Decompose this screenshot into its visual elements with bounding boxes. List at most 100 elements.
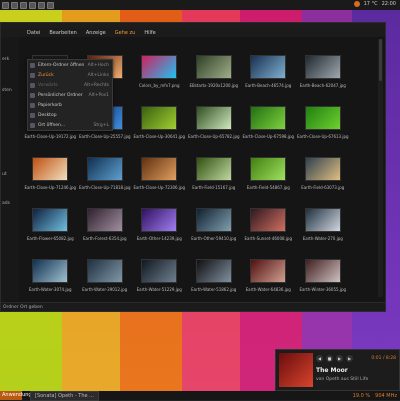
thumbnail-image[interactable]: [195, 157, 232, 181]
file-item[interactable]: Earth-Field-63073.jpg: [296, 141, 351, 192]
file-item[interactable]: Earth-Close-Up-30641.jpg: [132, 90, 187, 141]
thumbnail-image[interactable]: [141, 259, 178, 283]
thumbnail-image[interactable]: [141, 106, 178, 130]
scrollbar-thumb[interactable]: [379, 39, 382, 81]
file-item[interactable]: Earth-Sunset-46008.jpg: [241, 192, 296, 243]
thumbnail-image[interactable]: [195, 259, 232, 283]
thumbnail-image[interactable]: [250, 157, 287, 181]
top-panel: 17 °C 22:00: [0, 0, 400, 10]
file-item[interactable]: Earth-Other-59410.jpg: [187, 192, 242, 243]
thumbnail-image[interactable]: [86, 259, 123, 283]
applications-menu-button[interactable]: Anwendungen: [0, 391, 38, 400]
file-item[interactable]: Earth-Water-3074.jpg: [23, 243, 78, 294]
taskbar-item[interactable]: [Sonata] Opeth - The ...: [30, 390, 99, 401]
menu-item-icon: [30, 112, 35, 118]
launcher-icon[interactable]: [38, 1, 45, 9]
menu-item[interactable]: Desktop: [28, 110, 112, 120]
file-item[interactable]: Colors_by_mfx7.png: [132, 39, 187, 90]
thumbnail-image[interactable]: [141, 55, 178, 79]
thumbnail-image[interactable]: [195, 55, 232, 79]
file-item[interactable]: Earth-Other-14239.jpg: [132, 192, 187, 243]
file-name: Earth-Sunset-46008.jpg: [244, 236, 293, 241]
menu-item-shortcut: Alt+Pos1: [88, 92, 109, 98]
file-name: Earth-Field-15167.jpg: [192, 185, 236, 190]
thumbnail-image[interactable]: [86, 208, 123, 232]
file-item[interactable]: Earth-Field-15167.jpg: [187, 141, 242, 192]
thumbnail-image[interactable]: [141, 157, 178, 181]
thumbnail-image[interactable]: [32, 208, 69, 232]
file-item[interactable]: Earth-Flower-65082.jpg: [23, 192, 78, 243]
thumbnail-image[interactable]: [195, 106, 232, 130]
file-item[interactable]: Earth-Close-Up-72306.jpg: [132, 141, 187, 192]
file-item[interactable]: Earth-Water-64836.jpg: [241, 243, 296, 294]
menu-item[interactable]: Papierkorb: [28, 100, 112, 110]
menu-item[interactable]: Zurück Alt+Links: [28, 70, 112, 80]
file-name: Earth-Beach-62047.jpg: [299, 83, 346, 88]
menu-item[interactable]: Ort öffnen... Strg+L: [28, 120, 112, 130]
file-item[interactable]: EBstartx-1920x1200.jpg: [187, 39, 242, 90]
thumbnail-image[interactable]: [195, 208, 232, 232]
file-item[interactable]: Earth-Close-Up-67613.jpg: [296, 90, 351, 141]
thumbnail-image[interactable]: [250, 106, 287, 130]
file-item[interactable]: Earth-Close-Up-67598.jpg: [241, 90, 296, 141]
thumbnail-image[interactable]: [32, 157, 69, 181]
file-item[interactable]: Earth-Water-51229.jpg: [132, 243, 187, 294]
file-item[interactable]: Earth-Close-Up-65782.jpg: [187, 90, 242, 141]
file-item[interactable]: Earth-Close-Up-71246.jpg: [23, 141, 78, 192]
sidebar-item[interactable]: ads: [2, 201, 10, 206]
thumbnail-image[interactable]: [86, 157, 123, 181]
menu-item[interactable]: Persönlicher Ordner Alt+Pos1: [28, 90, 112, 100]
thumbnail-image[interactable]: [304, 208, 341, 232]
file-item[interactable]: Earth-Water-39012.jpg: [78, 243, 133, 294]
file-item[interactable]: Earth-Water-270.jpg: [296, 192, 351, 243]
menu-0[interactable]: Datei: [27, 30, 40, 36]
file-name: Earth-Beach-46574.jpg: [245, 83, 292, 88]
menu-3[interactable]: Gehe zu: [115, 30, 136, 36]
sidebar-item[interactable]: ut: [2, 172, 7, 177]
thumbnail-image[interactable]: [250, 208, 287, 232]
file-item[interactable]: Earth-Field-54867.jpg: [241, 141, 296, 192]
menu-item[interactable]: Vorwärts Alt+Rechts: [28, 80, 112, 90]
file-name: Earth-Close-Up-19172.jpg: [24, 134, 77, 139]
thumbnail-image[interactable]: [304, 259, 341, 283]
menu-item-icon: [30, 62, 35, 68]
launcher-icon[interactable]: [29, 1, 36, 9]
file-item[interactable]: Earth-Water-51862.jpg: [187, 243, 242, 294]
menu-item-icon: [30, 82, 35, 88]
next-icon[interactable]: ▶: [346, 355, 353, 362]
scrollbar[interactable]: [378, 39, 383, 297]
thumbnail-image[interactable]: [304, 157, 341, 181]
thumbnail-image[interactable]: [141, 208, 178, 232]
thumbnail-image[interactable]: [304, 55, 341, 79]
file-name: Earth-Field-63073.jpg: [301, 185, 345, 190]
launcher-icon[interactable]: [2, 1, 9, 9]
menu-item-label: Papierkorb: [38, 102, 62, 108]
file-item[interactable]: Earth-Beach-62047.jpg: [296, 39, 351, 90]
file-item[interactable]: Earth-Close-Up-71818.jpg: [78, 141, 133, 192]
thumbnail-image[interactable]: [250, 259, 287, 283]
album-art: [279, 353, 313, 387]
file-name: Earth-Field-54867.jpg: [246, 185, 290, 190]
sidebar-item[interactable]: erk: [2, 57, 9, 62]
clock[interactable]: 22:00: [382, 1, 396, 7]
thumbnail-image[interactable]: [32, 259, 69, 283]
menu-item[interactable]: Eltern-Ordner öffnen Alt+Hoch: [28, 60, 112, 70]
system-tray: 19.0 % 904 MHz: [353, 393, 397, 399]
thumbnail-image[interactable]: [304, 106, 341, 130]
sidebar-item[interactable]: sten: [2, 88, 12, 93]
previous-icon[interactable]: ◀: [316, 355, 323, 362]
file-item[interactable]: Earth-Winter-36055.jpg: [296, 243, 351, 294]
file-item[interactable]: Earth-Forest-6354.jpg: [78, 192, 133, 243]
weather-icon: [353, 1, 360, 7]
stop-icon[interactable]: ■: [326, 355, 333, 362]
menu-1[interactable]: Bearbeiten: [49, 30, 76, 36]
thumbnail-image[interactable]: [250, 55, 287, 79]
menu-4[interactable]: Hilfe: [144, 30, 155, 36]
file-item[interactable]: Earth-Beach-46574.jpg: [241, 39, 296, 90]
play-icon[interactable]: ▶: [336, 355, 343, 362]
launcher-icon[interactable]: [47, 1, 54, 9]
menu-2[interactable]: Anzeige: [86, 30, 106, 36]
launcher-icon[interactable]: [11, 1, 18, 9]
file-manager-window: Datei Bearbeiten Anzeige Gehe zu Hilfe erk st…: [0, 22, 386, 312]
launcher-icon[interactable]: [20, 1, 27, 9]
